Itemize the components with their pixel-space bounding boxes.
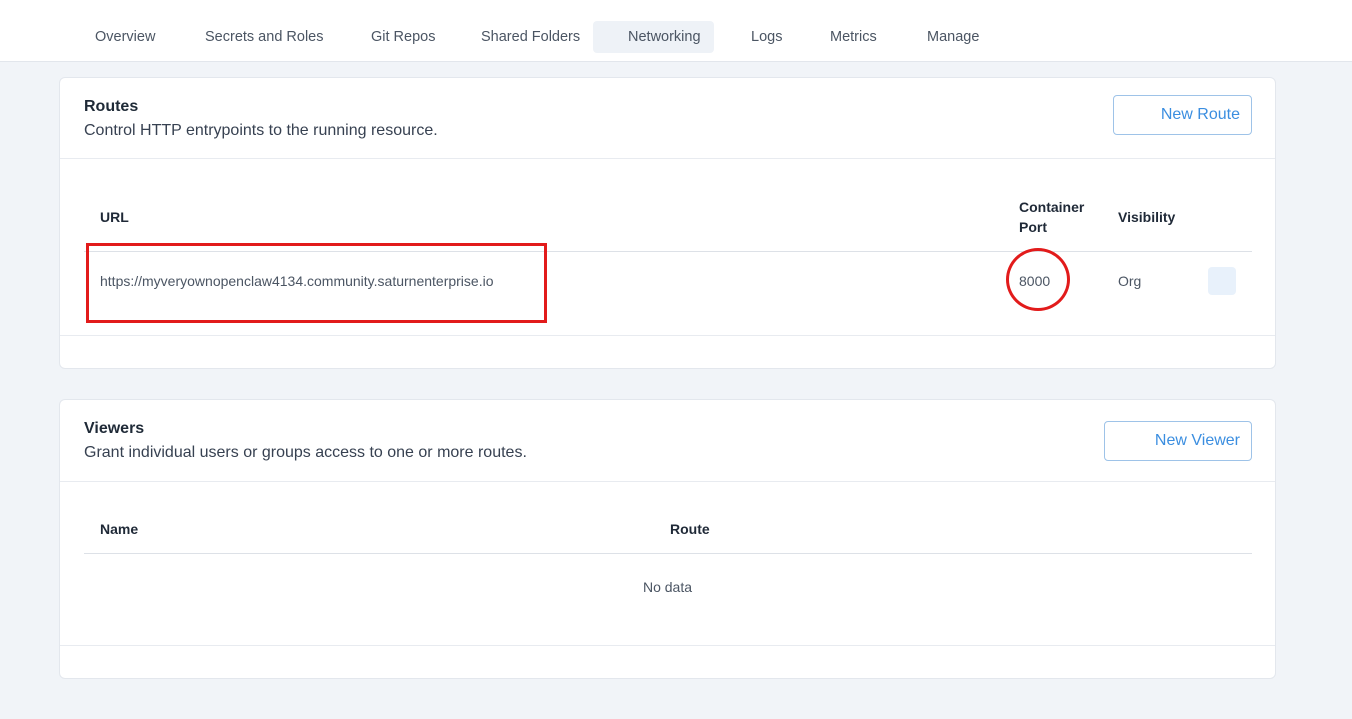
viewers-table-header-line [84, 553, 1252, 554]
viewers-empty-state: No data [642, 579, 693, 595]
viewers-header-divider [60, 481, 1275, 482]
viewers-card: Viewers Grant individual users or groups… [59, 399, 1276, 679]
top-navigation: Overview Secrets and Roles Git Repos Sha… [0, 0, 1352, 62]
tab-git-repos[interactable]: Git Repos [371, 21, 435, 53]
tab-logs[interactable]: Logs [751, 21, 782, 53]
routes-table-bottom-divider [60, 335, 1275, 336]
port-highlight-circle [1006, 248, 1070, 311]
viewers-title: Viewers [84, 420, 145, 437]
column-header-url: URL [100, 209, 129, 225]
viewers-table-bottom-divider [60, 645, 1275, 646]
viewers-subtitle: Grant individual users or groups access … [84, 444, 527, 461]
routes-card: Routes Control HTTP entrypoints to the r… [59, 77, 1276, 369]
column-header-container-port: Container Port [1019, 197, 1084, 237]
routes-title: Routes [84, 98, 139, 115]
routes-subtitle: Control HTTP entrypoints to the running … [84, 122, 438, 139]
tab-secrets-and-roles[interactable]: Secrets and Roles [205, 21, 323, 53]
column-header-container-port-line1: Container [1019, 199, 1085, 215]
route-visibility: Org [1118, 273, 1142, 289]
column-header-route: Route [670, 521, 710, 537]
new-route-button[interactable]: New Route [1113, 95, 1252, 135]
url-highlight-box [86, 243, 547, 323]
column-header-name: Name [100, 521, 139, 537]
routes-header-divider [60, 158, 1275, 159]
column-header-visibility: Visibility [1118, 209, 1176, 225]
tab-shared-folders[interactable]: Shared Folders [481, 21, 580, 53]
column-header-container-port-line2: Port [1019, 219, 1047, 235]
new-viewer-button[interactable]: New Viewer [1104, 421, 1252, 461]
tab-overview[interactable]: Overview [95, 21, 155, 53]
tab-networking[interactable]: Networking [593, 21, 714, 53]
tab-manage[interactable]: Manage [927, 21, 979, 53]
tab-metrics[interactable]: Metrics [830, 21, 877, 53]
route-actions-button[interactable] [1208, 267, 1236, 295]
